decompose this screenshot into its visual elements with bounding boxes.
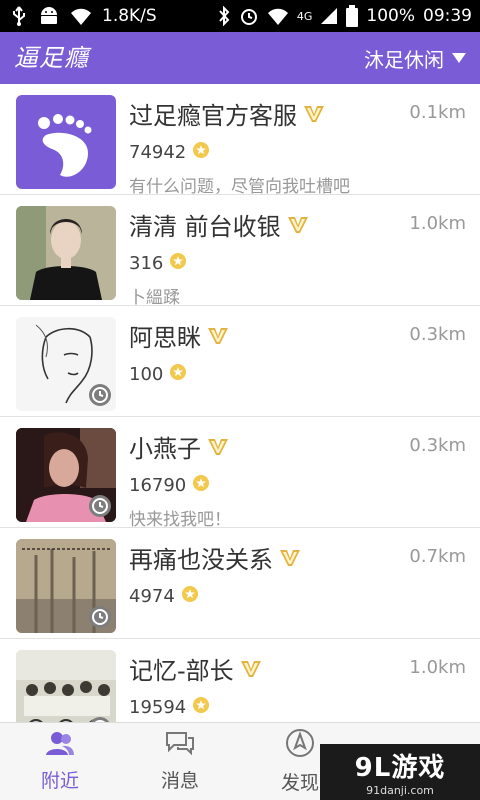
- category-filter-dropdown[interactable]: 沐足休闲: [364, 32, 466, 84]
- vip-badge-icon: [303, 104, 325, 124]
- battery-icon: [346, 5, 359, 27]
- battery-percent: 100%: [366, 6, 415, 26]
- user-name: 小燕子: [129, 435, 201, 463]
- clock-icon: [88, 494, 112, 518]
- distance-label: 0.1km: [409, 102, 466, 123]
- alarm-icon: [239, 6, 259, 26]
- network-type: 4G: [296, 9, 313, 23]
- avatar[interactable]: [16, 650, 116, 722]
- tab-nearby[interactable]: 附近: [0, 723, 120, 800]
- list-item[interactable]: 清清 前台收银 1.0km 316 卜縕蹂: [0, 195, 480, 308]
- site-watermark: 9L游戏 91danji.com: [320, 744, 480, 800]
- wifi-strength-icon: [267, 6, 289, 26]
- score-value: 316: [129, 252, 164, 274]
- list-item[interactable]: 过足瘾官方客服 0.1km 74942 有什么问题，尽管向我吐槽吧: [0, 84, 480, 197]
- coin-icon: [192, 141, 210, 163]
- tab-messages[interactable]: 消息: [120, 723, 240, 800]
- clock-icon: [88, 605, 112, 629]
- user-name: 再痛也没关系: [129, 546, 273, 574]
- coin-icon: [192, 474, 210, 496]
- filter-label: 沐足休闲: [364, 47, 444, 72]
- coin-icon: [192, 696, 210, 718]
- vip-badge-icon: [279, 548, 301, 568]
- chat-icon: [164, 730, 196, 760]
- wifi-icon: [70, 6, 92, 26]
- group-bicycles-image: [16, 650, 116, 722]
- score-value: 4974: [129, 585, 175, 607]
- tab-label: 消息: [160, 770, 199, 792]
- avatar[interactable]: [16, 428, 116, 522]
- user-name: 记忆-部长: [129, 657, 234, 685]
- signature-text: 卜縕蹂: [129, 288, 180, 308]
- usb-icon: [10, 6, 28, 26]
- coin-icon: [169, 363, 187, 385]
- score-value: 16790: [129, 474, 187, 496]
- foot-logo-icon: [38, 114, 92, 177]
- list-item[interactable]: 阿思眯 0.3km 100: [0, 306, 480, 417]
- coin-icon: [169, 252, 187, 274]
- avatar[interactable]: [16, 317, 116, 411]
- clock-icon: [88, 383, 112, 407]
- list-item[interactable]: 小燕子 0.3km 16790 快来找我吧！: [0, 417, 480, 530]
- bluetooth-icon: [217, 6, 231, 26]
- distance-label: 0.7km: [409, 546, 466, 567]
- nearby-user-list[interactable]: 过足瘾官方客服 0.1km 74942 有什么问题，尽管向我吐槽吧 清清 前台收…: [0, 84, 480, 722]
- list-item[interactable]: 再痛也没关系 0.7km 4974: [0, 528, 480, 639]
- clock-time: 09:39: [423, 6, 472, 26]
- user-name: 过足瘾官方客服: [129, 102, 297, 130]
- score-value: 19594: [129, 696, 187, 718]
- score-value: 74942: [129, 141, 187, 163]
- distance-label: 0.3km: [409, 435, 466, 456]
- avatar[interactable]: [16, 539, 116, 633]
- watermark-sub: 91danji.com: [366, 784, 434, 797]
- signature-text: 快来找我吧！: [129, 510, 231, 530]
- user-name: 清清 前台收银: [129, 213, 281, 241]
- list-item[interactable]: 记忆-部长 1.0km 19594: [0, 639, 480, 722]
- status-bar: 1.8K/S 4G 100% 09:39: [0, 0, 480, 32]
- watermark-main: 9L游戏: [354, 753, 446, 783]
- distance-label: 1.0km: [409, 657, 466, 678]
- coin-icon: [181, 585, 199, 607]
- distance-label: 1.0km: [409, 213, 466, 234]
- vip-badge-icon: [240, 659, 262, 679]
- vip-badge-icon: [207, 437, 229, 457]
- people-icon: [45, 730, 75, 760]
- vip-badge-icon: [207, 326, 229, 346]
- vip-badge-icon: [287, 215, 309, 235]
- user-name: 阿思眯: [129, 324, 201, 352]
- avatar[interactable]: [16, 206, 116, 300]
- app-logo: 逼足癮: [14, 44, 89, 72]
- avatar[interactable]: [16, 95, 116, 189]
- tab-label: 附近: [40, 770, 79, 792]
- tab-label: 发现: [280, 772, 319, 794]
- cell-signal-icon: [320, 7, 338, 25]
- photo-woman-black-top-image: [16, 206, 116, 300]
- network-speed: 1.8K/S: [102, 6, 157, 26]
- chevron-down-icon: [452, 53, 466, 63]
- android-icon: [38, 5, 60, 27]
- score-value: 100: [129, 363, 164, 385]
- app-bar: 逼足癮 沐足休闲: [0, 32, 480, 84]
- compass-icon: [285, 728, 315, 762]
- distance-label: 0.3km: [409, 324, 466, 345]
- signature-text: 有什么问题，尽管向我吐槽吧: [129, 177, 350, 197]
